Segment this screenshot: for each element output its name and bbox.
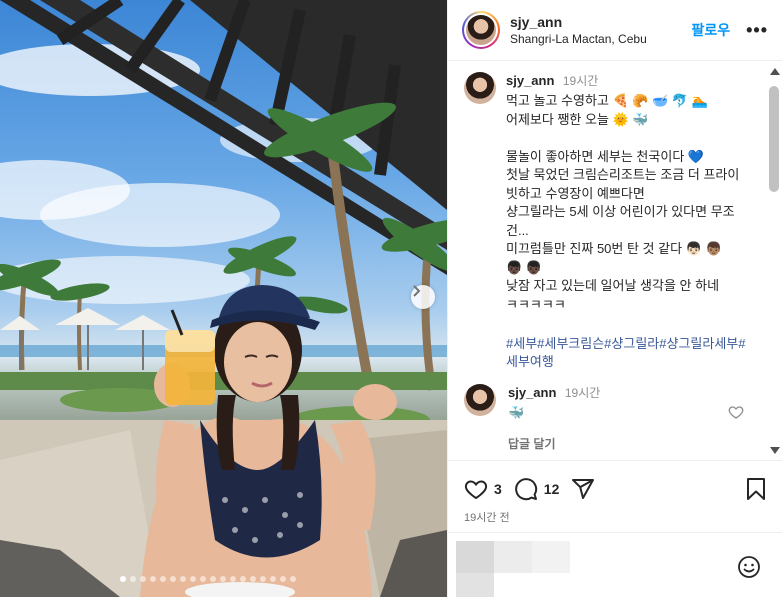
next-slide-button[interactable] — [411, 285, 435, 309]
scroll-up-arrow[interactable] — [770, 68, 780, 75]
scroll-down-arrow[interactable] — [770, 447, 780, 454]
caption-text: 먹고 놀고 수영하고 🍕 🥐 🥣 🐬 🏊 어제보다 쨍한 오늘 🌞 🐳 물놀이 … — [506, 93, 740, 312]
heart-icon — [464, 480, 488, 500]
carousel-dot — [180, 576, 186, 582]
carousel-dot — [200, 576, 206, 582]
carousel-dot — [290, 576, 296, 582]
carousel-dot — [170, 576, 176, 582]
reply-button[interactable]: 답글 달기 — [508, 435, 748, 452]
carousel-dot — [270, 576, 276, 582]
follow-button[interactable]: 팔로우 — [691, 20, 730, 40]
caption-timestamp: 19시간 — [562, 74, 599, 88]
comment-username[interactable]: sjy_ann — [508, 385, 556, 400]
blurred-avatar-placeholder — [456, 541, 570, 597]
carousel-dot — [120, 576, 126, 582]
emoji-icon[interactable] — [737, 555, 761, 579]
avatar — [466, 15, 496, 45]
comment-text: 🐳 — [508, 405, 525, 420]
header-location[interactable]: Shangri-La Mactan, Cebu — [510, 32, 691, 46]
comments-count[interactable]: 12 — [544, 481, 560, 497]
bookmark-icon — [747, 478, 765, 500]
comment-timestamp: 19시간 — [564, 386, 601, 400]
carousel-dot — [240, 576, 246, 582]
likes-count[interactable]: 3 — [494, 481, 502, 497]
add-comment-area[interactable] — [448, 532, 782, 597]
story-ring-avatar[interactable] — [462, 11, 500, 49]
comments-scrollbar[interactable] — [768, 68, 780, 454]
photo-scene — [0, 0, 447, 597]
caption-comment: sjy_ann 19시간 먹고 놀고 수영하고 🍕 🥐 🥣 🐬 🏊 어제보다 쨍… — [464, 72, 746, 372]
paper-plane-icon — [572, 479, 595, 499]
like-comment-heart-icon[interactable] — [728, 404, 744, 420]
caption-hashtags[interactable]: #세부#세부크림슨#샹그릴라#샹그릴라세부#세부여행 — [506, 335, 746, 372]
header-username[interactable]: sjy_ann — [510, 14, 691, 30]
carousel-dot — [160, 576, 166, 582]
comment-icon — [515, 478, 537, 501]
carousel-dot — [230, 576, 236, 582]
action-bar: 3 12 19시간 전 — [448, 460, 782, 532]
carousel-dot — [250, 576, 256, 582]
post-panel: sjy_ann Shangri-La Mactan, Cebu 팔로우 ••• … — [447, 0, 782, 597]
avatar[interactable] — [464, 384, 496, 416]
avatar[interactable] — [464, 72, 496, 104]
more-options-button[interactable]: ••• — [746, 20, 768, 41]
carousel-dot — [130, 576, 136, 582]
carousel-dot — [280, 576, 286, 582]
save-button[interactable] — [745, 477, 767, 506]
like-button[interactable]: 3 — [464, 477, 514, 501]
carousel-dot — [150, 576, 156, 582]
carousel-dot — [190, 576, 196, 582]
post-header: sjy_ann Shangri-La Mactan, Cebu 팔로우 ••• — [448, 0, 782, 61]
comment-button[interactable]: 12 — [514, 477, 572, 501]
post-timestamp[interactable]: 19시간 전 — [464, 509, 510, 525]
comments-list[interactable]: sjy_ann 19시간 먹고 놀고 수영하고 🍕 🥐 🥣 🐬 🏊 어제보다 쨍… — [448, 62, 782, 460]
scroll-thumb[interactable] — [769, 86, 779, 192]
carousel-dot — [260, 576, 266, 582]
carousel-dot — [210, 576, 216, 582]
share-button[interactable] — [571, 477, 595, 501]
caption-username[interactable]: sjy_ann — [506, 73, 554, 88]
carousel-dot — [220, 576, 226, 582]
carousel-dots — [120, 576, 296, 582]
carousel-dot — [140, 576, 146, 582]
post-photo[interactable] — [0, 0, 447, 597]
chevron-right-icon — [413, 285, 421, 297]
comment-item: sjy_ann 19시간 🐳 답글 달기 — [464, 384, 748, 452]
